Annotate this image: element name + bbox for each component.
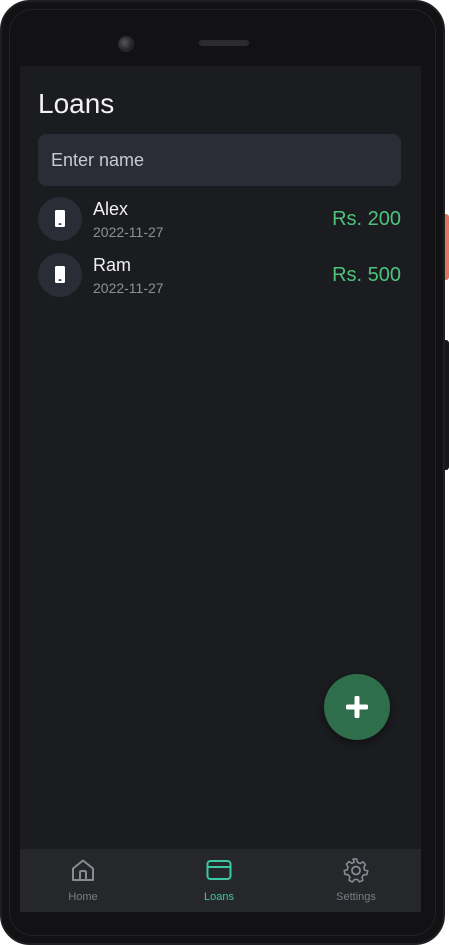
- nav-home-label: Home: [68, 891, 98, 903]
- gear-icon: [343, 858, 369, 883]
- phone-icon: [55, 266, 65, 283]
- nav-settings[interactable]: Settings: [306, 849, 406, 912]
- loan-item-ram[interactable]: Ram 2022-11-27 Rs. 500: [38, 253, 401, 299]
- nav-home[interactable]: Home: [33, 849, 133, 912]
- phone-icon: [55, 210, 65, 227]
- camera-icon: [118, 36, 134, 52]
- phone-frame: Loans Alex 2022-11-27 Rs. 200 Ram: [0, 0, 445, 945]
- add-loan-button[interactable]: [324, 674, 390, 740]
- loan-item-alex[interactable]: Alex 2022-11-27 Rs. 200: [38, 197, 401, 243]
- bottom-navigation: Home Loans Settings: [20, 849, 421, 912]
- plus-icon: [346, 696, 368, 718]
- speaker-grille: [199, 40, 249, 46]
- nav-loans-label: Loans: [204, 891, 234, 903]
- loan-avatar: [38, 197, 82, 241]
- search-box[interactable]: [38, 134, 401, 186]
- name-search-input[interactable]: [49, 148, 390, 172]
- app-screen: Loans Alex 2022-11-27 Rs. 200 Ram: [20, 66, 421, 912]
- loan-name: Ram: [93, 255, 132, 275]
- loan-amount: Rs. 500: [332, 264, 401, 286]
- home-icon: [72, 859, 94, 881]
- nav-loans[interactable]: Loans: [169, 849, 269, 912]
- loan-name: Alex: [93, 199, 129, 219]
- loan-date: 2022-11-27: [93, 224, 164, 240]
- nav-settings-label: Settings: [336, 891, 376, 903]
- card-icon: [206, 860, 232, 880]
- loan-date: 2022-11-27: [93, 280, 164, 296]
- loan-avatar: [38, 253, 82, 297]
- page-title: Loans: [38, 88, 115, 119]
- loan-amount: Rs. 200: [332, 208, 401, 230]
